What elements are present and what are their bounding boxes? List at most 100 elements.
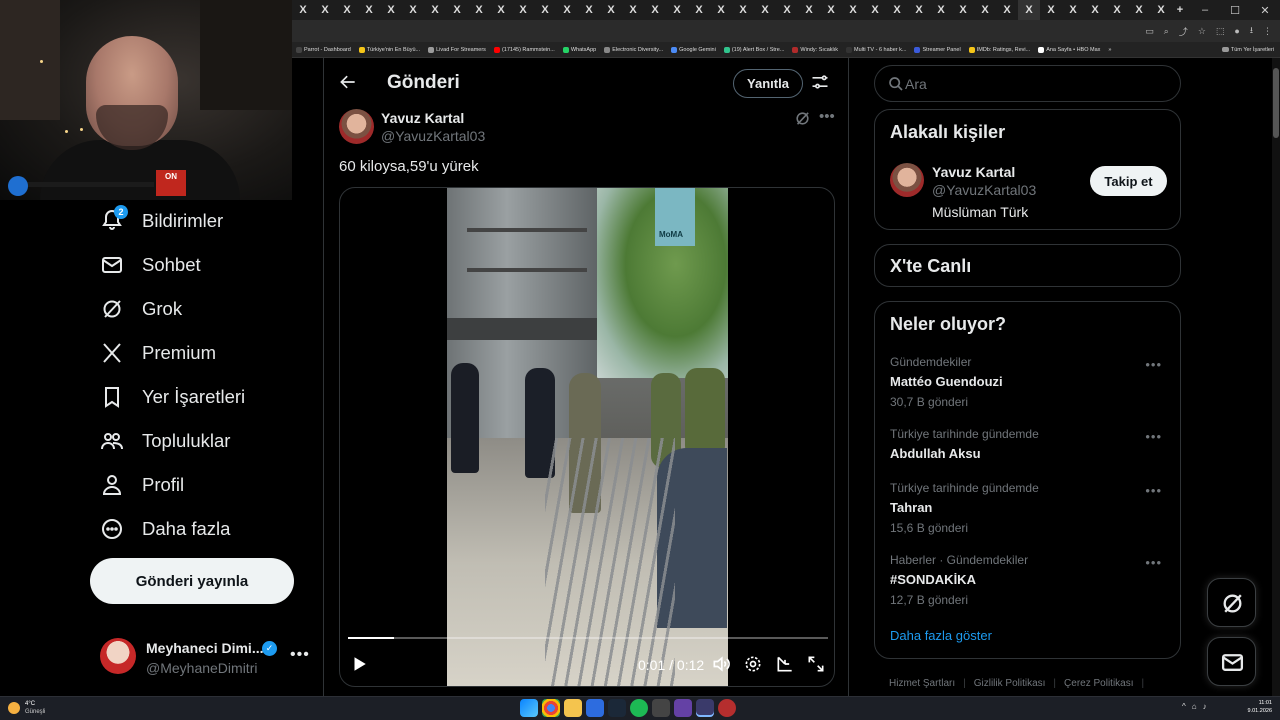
browser-tab[interactable]: X — [754, 0, 776, 20]
windows-start-icon[interactable] — [520, 699, 538, 717]
browser-tab[interactable]: X — [292, 0, 314, 20]
reply-button[interactable]: Yanıtla — [733, 69, 803, 98]
browser-tab[interactable]: X — [666, 0, 688, 20]
browser-tab[interactable]: X — [930, 0, 952, 20]
browser-tab[interactable]: X — [996, 0, 1018, 20]
browser-tab[interactable]: X — [644, 0, 666, 20]
app-icon[interactable] — [586, 699, 604, 717]
trend-item[interactable]: Gündemdekiler Mattéo Guendouzi 30,7 B gö… — [890, 355, 1170, 409]
browser-tab[interactable]: X — [710, 0, 732, 20]
filter-sliders-icon[interactable] — [810, 72, 830, 92]
downloads-icon[interactable]: ⭳ — [1250, 23, 1253, 39]
browser-tab[interactable]: X — [336, 0, 358, 20]
browser-menu-icon[interactable]: ⋮ — [1263, 26, 1272, 37]
browser-tab[interactable]: X — [490, 0, 512, 20]
app-icon[interactable] — [696, 699, 714, 717]
maximize-window-button[interactable]: ☐ — [1220, 4, 1250, 17]
bookmark-item[interactable]: Parrot - Dashboard — [296, 46, 351, 53]
more-horizontal-icon[interactable]: ••• — [1145, 357, 1162, 372]
bookmark-item[interactable]: Streamer Panel — [914, 46, 961, 53]
back-arrow-icon[interactable] — [338, 72, 360, 94]
play-icon[interactable] — [350, 654, 368, 674]
nav-item-communities[interactable]: Topluluklar — [100, 423, 230, 459]
browser-tab[interactable]: X — [864, 0, 886, 20]
trend-item[interactable]: Türkiye tarihinde gündemde Abdullah Aksu… — [890, 427, 1170, 461]
browser-tab[interactable]: X — [1150, 0, 1172, 20]
minimize-window-button[interactable]: – — [1190, 4, 1220, 17]
more-horizontal-icon[interactable]: ••• — [819, 108, 835, 125]
browser-tab[interactable]: X — [688, 0, 710, 20]
browser-tab[interactable]: X — [314, 0, 336, 20]
browser-tab[interactable]: X — [622, 0, 644, 20]
tray-overflow-icon[interactable]: ^ — [1182, 702, 1186, 711]
grok-icon[interactable] — [794, 110, 811, 127]
related-user-name[interactable]: Yavuz Kartal — [932, 164, 1015, 180]
browser-tab[interactable]: X — [380, 0, 402, 20]
zoom-icon[interactable]: ⌕ — [1164, 26, 1169, 37]
more-horizontal-icon[interactable]: ••• — [290, 646, 310, 664]
volume-icon[interactable]: ♪ — [1203, 702, 1207, 711]
all-bookmarks-button[interactable]: Tüm Yer İşaretleri — [1221, 47, 1280, 53]
bookmark-item[interactable]: Ana Sayfa • HBO Max — [1038, 46, 1100, 53]
spotify-icon[interactable] — [630, 699, 648, 717]
profile-icon[interactable]: ● — [1234, 26, 1239, 36]
browser-tab[interactable]: X — [468, 0, 490, 20]
browser-tab[interactable]: X — [512, 0, 534, 20]
browser-tab[interactable]: X — [842, 0, 864, 20]
browser-tab[interactable]: X — [534, 0, 556, 20]
nav-item-grok[interactable]: Grok — [100, 291, 182, 327]
chrome-icon[interactable] — [542, 699, 560, 717]
volume-icon[interactable] — [711, 654, 731, 674]
network-icon[interactable]: ⌂ — [1192, 702, 1197, 711]
follow-button[interactable]: Takip et — [1090, 166, 1167, 196]
nav-item-more[interactable]: Daha fazla — [100, 511, 230, 547]
author-name[interactable]: Yavuz Kartal — [381, 110, 464, 126]
bookmark-item[interactable]: (17145) Rammstein... — [493, 46, 555, 53]
weather-widget[interactable]: 4°C Güneşli — [6, 699, 66, 719]
related-user-handle[interactable]: @YavuzKartal03 — [932, 182, 1036, 198]
browser-tab[interactable]: X — [424, 0, 446, 20]
settings-gear-icon[interactable] — [743, 654, 763, 674]
show-more-link[interactable]: Daha fazla göster — [890, 628, 992, 643]
bookmark-item[interactable]: Multi TV - 6 haber k... — [846, 46, 906, 53]
star-icon[interactable]: ☆ — [1198, 26, 1206, 37]
app-icon[interactable] — [674, 699, 692, 717]
bookmarks-overflow-button[interactable]: » — [1108, 47, 1111, 53]
nav-item-profile[interactable]: Profil — [100, 467, 184, 503]
trend-item[interactable]: Türkiye tarihinde gündemde Tahran 15,6 B… — [890, 481, 1170, 535]
more-horizontal-icon[interactable]: ••• — [1145, 555, 1162, 570]
nav-item-premium[interactable]: Premium — [100, 335, 216, 371]
author-handle[interactable]: @YavuzKartal03 — [381, 128, 485, 144]
bookmark-item[interactable]: Google Gemini — [671, 46, 716, 53]
extensions-icon[interactable]: ⬚ — [1216, 26, 1225, 37]
messages-floating-button[interactable] — [1207, 637, 1256, 686]
browser-tab[interactable]: X — [776, 0, 798, 20]
search-box[interactable] — [874, 65, 1181, 102]
bookmark-item[interactable]: Windy: Sıcaklık — [792, 46, 838, 53]
browser-tab[interactable]: X — [732, 0, 754, 20]
page-scrollbar[interactable] — [1272, 58, 1280, 696]
cast-icon[interactable]: ▭ — [1145, 26, 1154, 37]
share-icon[interactable]: ⤴ — [1179, 25, 1188, 38]
video-progress-bar[interactable] — [348, 637, 828, 639]
video-player[interactable]: MoMA 0:01 / 0:12 — [339, 187, 835, 687]
browser-tab[interactable]: X — [1128, 0, 1150, 20]
bookmark-item[interactable]: Electronic Diversity... — [604, 46, 663, 53]
browser-tab[interactable]: X — [886, 0, 908, 20]
bookmark-item[interactable]: (19) Alert Box / Stre... — [723, 46, 784, 53]
new-tab-button[interactable]: + — [1172, 0, 1188, 20]
avatar[interactable] — [890, 163, 924, 197]
browser-tab[interactable]: X — [600, 0, 622, 20]
browser-tab[interactable]: X — [1062, 0, 1084, 20]
bookmark-item[interactable]: WhatsApp — [562, 46, 596, 53]
browser-tab[interactable]: X — [908, 0, 930, 20]
steam-icon[interactable] — [608, 699, 626, 717]
browser-tab[interactable]: X — [402, 0, 424, 20]
more-horizontal-icon[interactable]: ••• — [1145, 483, 1162, 498]
app-icon[interactable] — [718, 699, 736, 717]
nav-item-chat[interactable]: Sohbet — [100, 247, 201, 283]
trend-item[interactable]: Haberler · Gündemdekiler #SONDAKİKA 12,7… — [890, 553, 1170, 607]
live-on-x-card[interactable]: X'te Canlı — [874, 244, 1181, 287]
browser-tab[interactable]: X — [446, 0, 468, 20]
app-icon[interactable] — [652, 699, 670, 717]
